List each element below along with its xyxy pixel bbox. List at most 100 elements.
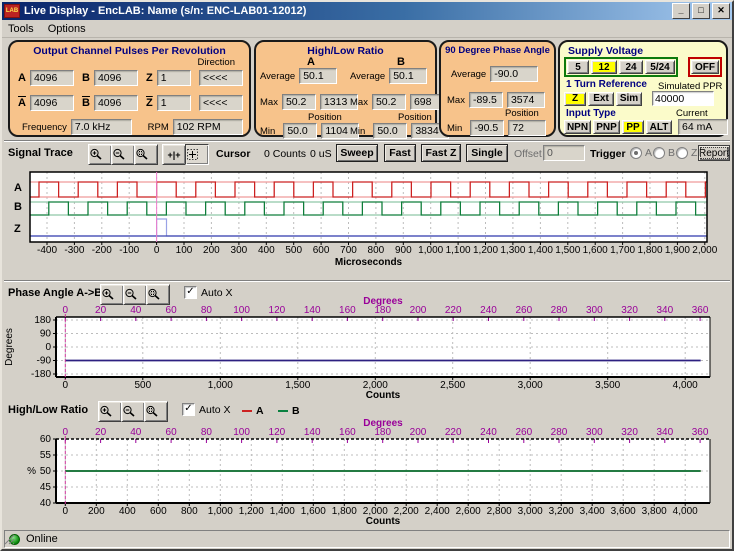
svg-text:0: 0 [154, 245, 160, 256]
svg-text:3,000: 3,000 [518, 506, 543, 517]
panel-title: Output Channel Pulses Per Revolution [33, 45, 226, 57]
zoom-fit-icon [146, 405, 158, 417]
fast-z-button[interactable]: Fast Z [421, 144, 461, 162]
svg-text:45: 45 [40, 482, 52, 493]
turn-ref-z-button[interactable]: Z [564, 91, 586, 106]
close-button[interactable]: ✕ [712, 3, 730, 19]
auto-x-checkbox[interactable]: ✓ Auto X [182, 403, 231, 416]
sweep-button[interactable]: Sweep [336, 144, 378, 162]
svg-text:120: 120 [269, 305, 286, 316]
a-min: 50.0 [283, 123, 318, 139]
input-type-npn-button[interactable]: NPN [564, 120, 591, 134]
input-type-alt-button[interactable]: ALT [646, 120, 672, 134]
svg-text:1,500: 1,500 [555, 245, 580, 256]
auto-x-label: Auto X [199, 403, 231, 416]
svg-text:220: 220 [445, 305, 462, 316]
svg-text:2,400: 2,400 [425, 506, 450, 517]
svg-text:1,600: 1,600 [583, 245, 608, 256]
a-max: 50.2 [281, 94, 316, 110]
trigger-radio-z[interactable]: Z [676, 147, 697, 159]
cursor-free-button[interactable] [185, 144, 209, 165]
svg-text:Z: Z [14, 223, 21, 235]
svg-text:1,500: 1,500 [285, 380, 310, 391]
svg-text:-300: -300 [64, 245, 84, 256]
svg-text:220: 220 [445, 427, 462, 438]
single-button[interactable]: Single [466, 144, 508, 162]
svg-text:900: 900 [395, 245, 412, 256]
minimize-button[interactable]: _ [672, 3, 690, 19]
phase-angle-chart: 0 500 1,000 1,500 2,000 2,500 3,000 3,500 4,0001… [4, 296, 711, 400]
input-type-pnp-button[interactable]: PNP [593, 120, 620, 134]
app-window: LAB Live Display - EncLAB: Name (s/n: EN… [0, 0, 734, 551]
zoom-fit-button[interactable] [134, 144, 158, 165]
turn-ref-ext-button[interactable]: Ext [588, 91, 614, 106]
direction-label: Direction [197, 57, 236, 68]
average-label: Average [451, 68, 487, 80]
svg-text:240: 240 [480, 427, 497, 438]
simulated-ppr-input[interactable] [652, 91, 714, 106]
svg-text:20: 20 [95, 305, 107, 316]
svg-text:800: 800 [368, 245, 385, 256]
input-type-label: Input Type [566, 108, 616, 119]
svg-text:3,400: 3,400 [580, 506, 605, 517]
report-button[interactable]: Report [698, 145, 730, 161]
svg-text:3,800: 3,800 [642, 506, 667, 517]
output-channel-panel: Output Channel Pulses Per Revolution Dir… [8, 40, 251, 137]
legend-b-label: B [292, 405, 300, 417]
svg-text:100: 100 [233, 427, 250, 438]
voltage-off-button[interactable]: OFF [691, 60, 719, 74]
input-type-pp-button[interactable]: PP [622, 120, 644, 134]
svg-text:1,400: 1,400 [270, 506, 295, 517]
svg-text:320: 320 [621, 427, 638, 438]
checkbox-icon: ✓ [182, 403, 195, 416]
svg-text:40: 40 [130, 305, 142, 316]
resize-grip[interactable] [2, 532, 15, 545]
legend-a-label: A [256, 405, 264, 417]
svg-text:300: 300 [586, 305, 603, 316]
high-low-ratio-panel: High/Low Ratio A Average 50.1 Max 50.2 1… [254, 40, 450, 139]
legend-b-dash-icon [278, 410, 288, 412]
high-low-ratio-chart: 0 200 400 600 800 1,000 1,200 1,400 1,600 1,800 2,… [27, 418, 711, 527]
a-average: 50.1 [299, 68, 338, 84]
svg-text:500: 500 [134, 380, 151, 391]
svg-text:%: % [27, 466, 36, 477]
voltage-5-button[interactable]: 5 [567, 60, 589, 74]
menu-tools[interactable]: Tools [8, 23, 34, 35]
b-min: 50.0 [373, 123, 408, 139]
svg-text:4,000: 4,000 [673, 380, 698, 391]
max-label: Max [350, 96, 368, 108]
svg-text:140: 140 [304, 427, 321, 438]
phase-max: -89.5 [468, 92, 503, 108]
voltage-24-button[interactable]: 24 [619, 60, 643, 74]
svg-text:360: 360 [692, 305, 709, 316]
svg-text:600: 600 [150, 506, 167, 517]
svg-text:-400: -400 [37, 245, 57, 256]
svg-text:140: 140 [304, 305, 321, 316]
offset-input[interactable]: 0 [543, 145, 585, 161]
svg-text:700: 700 [340, 245, 357, 256]
fast-button[interactable]: Fast [384, 144, 416, 162]
trigger-radio-a[interactable]: A [630, 147, 652, 159]
maximize-button[interactable]: □ [692, 3, 710, 19]
radio-icon [676, 147, 688, 159]
voltage-12-button[interactable]: 12 [591, 60, 617, 74]
menu-options[interactable]: Options [48, 23, 86, 35]
zoom-out-icon [113, 148, 125, 160]
svg-text:20: 20 [95, 427, 107, 438]
voltage-5-24-button[interactable]: 5/24 [645, 60, 675, 74]
cursor-track-button[interactable]: +|+ [162, 144, 186, 165]
zoom-in-button[interactable] [88, 144, 112, 165]
trigger-radio-b[interactable]: B [653, 147, 675, 159]
svg-text:340: 340 [656, 427, 673, 438]
voltage-button-group: 5 12 24 5/24 [564, 57, 678, 77]
svg-text:80: 80 [201, 305, 213, 316]
turn-ref-sim-button[interactable]: Sim [616, 91, 642, 106]
svg-text:360: 360 [692, 427, 709, 438]
min-label: Min [447, 122, 463, 134]
svg-text:200: 200 [410, 427, 427, 438]
status-bar: Online [4, 530, 730, 548]
zoom-out-button[interactable] [111, 144, 135, 165]
svg-text:60: 60 [166, 305, 178, 316]
rpm-value: 102 RPM [172, 119, 243, 135]
svg-text:80: 80 [201, 427, 213, 438]
